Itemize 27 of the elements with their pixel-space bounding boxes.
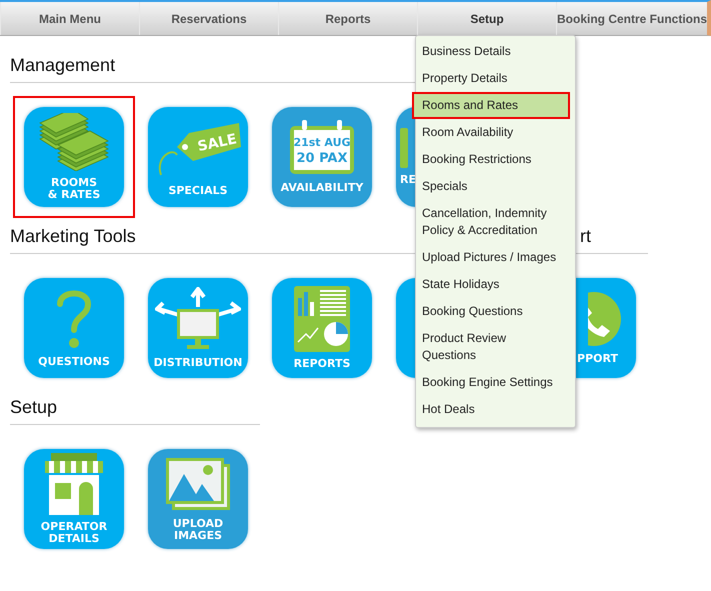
nav-tab[interactable]: Reservations bbox=[139, 2, 278, 35]
section-heading: Setup bbox=[10, 397, 58, 418]
question-mark-icon bbox=[54, 288, 94, 350]
dropdown-item[interactable]: Property Details bbox=[416, 65, 568, 92]
dropdown-item[interactable]: Booking Restrictions bbox=[416, 146, 568, 173]
dropdown-item[interactable]: Room Availability bbox=[416, 119, 568, 146]
partial-icon bbox=[400, 128, 408, 168]
nav-tab[interactable]: Reports bbox=[278, 2, 417, 35]
dropdown-item[interactable]: Cancellation, Indemnity Policy & Accreditation bbox=[416, 200, 568, 244]
image-gallery-icon bbox=[164, 456, 232, 512]
dropdown-item[interactable]: Hot Deals bbox=[416, 396, 568, 423]
report-chart-icon bbox=[294, 286, 350, 352]
calendar-date: 21st AUG bbox=[293, 136, 351, 149]
dropdown-item[interactable]: Upload Pictures / Images bbox=[416, 244, 568, 271]
monitor-arrows-icon bbox=[155, 287, 241, 351]
tag-text: SALE bbox=[196, 131, 238, 156]
section-heading: Management bbox=[10, 55, 116, 76]
nav-tab[interactable]: Main Menu bbox=[0, 2, 139, 35]
calendar-icon bbox=[290, 120, 354, 174]
section-heading: rt bbox=[580, 226, 591, 247]
calendar-pax: 20 PAX bbox=[296, 151, 348, 166]
dropdown-item[interactable]: Business Details bbox=[416, 38, 568, 65]
dropdown-item[interactable]: Specials bbox=[416, 173, 568, 200]
price-tag-icon bbox=[158, 123, 241, 176]
dropdown-item[interactable]: Rooms and Rates bbox=[412, 92, 570, 119]
section-heading: Marketing Tools bbox=[10, 226, 136, 247]
phone-icon bbox=[588, 291, 622, 347]
